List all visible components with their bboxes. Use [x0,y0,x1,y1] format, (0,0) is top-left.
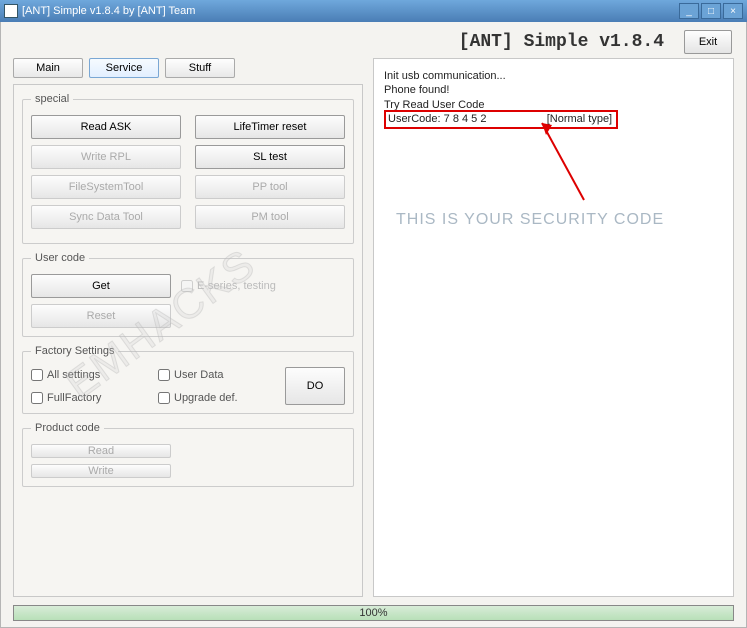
filesystemtool-button: FileSystemTool [31,175,181,199]
left-panel: special Read ASK LifeTimer reset Write R… [13,84,363,597]
tab-service[interactable]: Service [89,58,159,78]
window-controls: _ □ × [679,3,743,19]
write-rpl-button: Write RPL [31,145,181,169]
window-titlebar: [ANT] Simple v1.8.4 by [ANT] Team _ □ × [0,0,747,22]
usercode-label: UserCode: [388,113,441,125]
tab-stuff[interactable]: Stuff [165,58,235,78]
log-panel: Init usb communication... Phone found! T… [373,58,734,597]
upgrade-def-checkbox[interactable]: Upgrade def. [158,392,275,404]
tab-main[interactable]: Main [13,58,83,78]
eseries-checkbox: E-series, testing [181,280,276,292]
usercode-value: 7 8 4 5 2 [444,113,544,125]
app-title: [ANT] Simple v1.8.4 [459,32,664,52]
write-productcode-button: Write [31,464,171,478]
special-group: special Read ASK LifeTimer reset Write R… [22,93,354,244]
tab-bar: Main Service Stuff [13,58,363,78]
app-header: [ANT] Simple v1.8.4 Exit [1,22,746,58]
exit-button[interactable]: Exit [684,30,732,54]
productcode-legend: Product code [31,422,104,434]
special-legend: special [31,93,73,105]
pm-tool-button: PM tool [195,205,345,229]
close-button[interactable]: × [723,3,743,19]
minimize-button[interactable]: _ [679,3,699,19]
window-title: [ANT] Simple v1.8.4 by [ANT] Team [22,5,679,17]
productcode-group: Product code Read Write [22,422,354,487]
progress-text: 100% [359,607,387,619]
factory-group: Factory Settings All settings User Data … [22,345,354,414]
lifetimer-reset-button[interactable]: LifeTimer reset [195,115,345,139]
get-usercode-button[interactable]: Get [31,274,171,298]
sl-test-button[interactable]: SL test [195,145,345,169]
usercode-legend: User code [31,252,89,264]
log-line: Phone found! [384,83,723,97]
annotation-text: This is your Security code [396,211,723,229]
usercode-type: [Normal type] [547,113,612,125]
log-line: Init usb communication... [384,69,723,83]
fullfactory-checkbox[interactable]: FullFactory [31,392,148,404]
usercode-highlight: UserCode: 7 8 4 5 2 [Normal type] [384,110,618,129]
maximize-button[interactable]: □ [701,3,721,19]
read-productcode-button: Read [31,444,171,458]
factory-legend: Factory Settings [31,345,118,357]
do-button[interactable]: DO [285,367,345,405]
usercode-group: User code Get E-series, testing Reset [22,252,354,337]
reset-usercode-button: Reset [31,304,171,328]
user-data-checkbox[interactable]: User Data [158,369,275,381]
all-settings-checkbox[interactable]: All settings [31,369,148,381]
read-ask-button[interactable]: Read ASK [31,115,181,139]
app-icon [4,4,18,18]
pp-tool-button: PP tool [195,175,345,199]
progress-bar: 100% [13,605,734,621]
sync-data-tool-button: Sync Data Tool [31,205,181,229]
